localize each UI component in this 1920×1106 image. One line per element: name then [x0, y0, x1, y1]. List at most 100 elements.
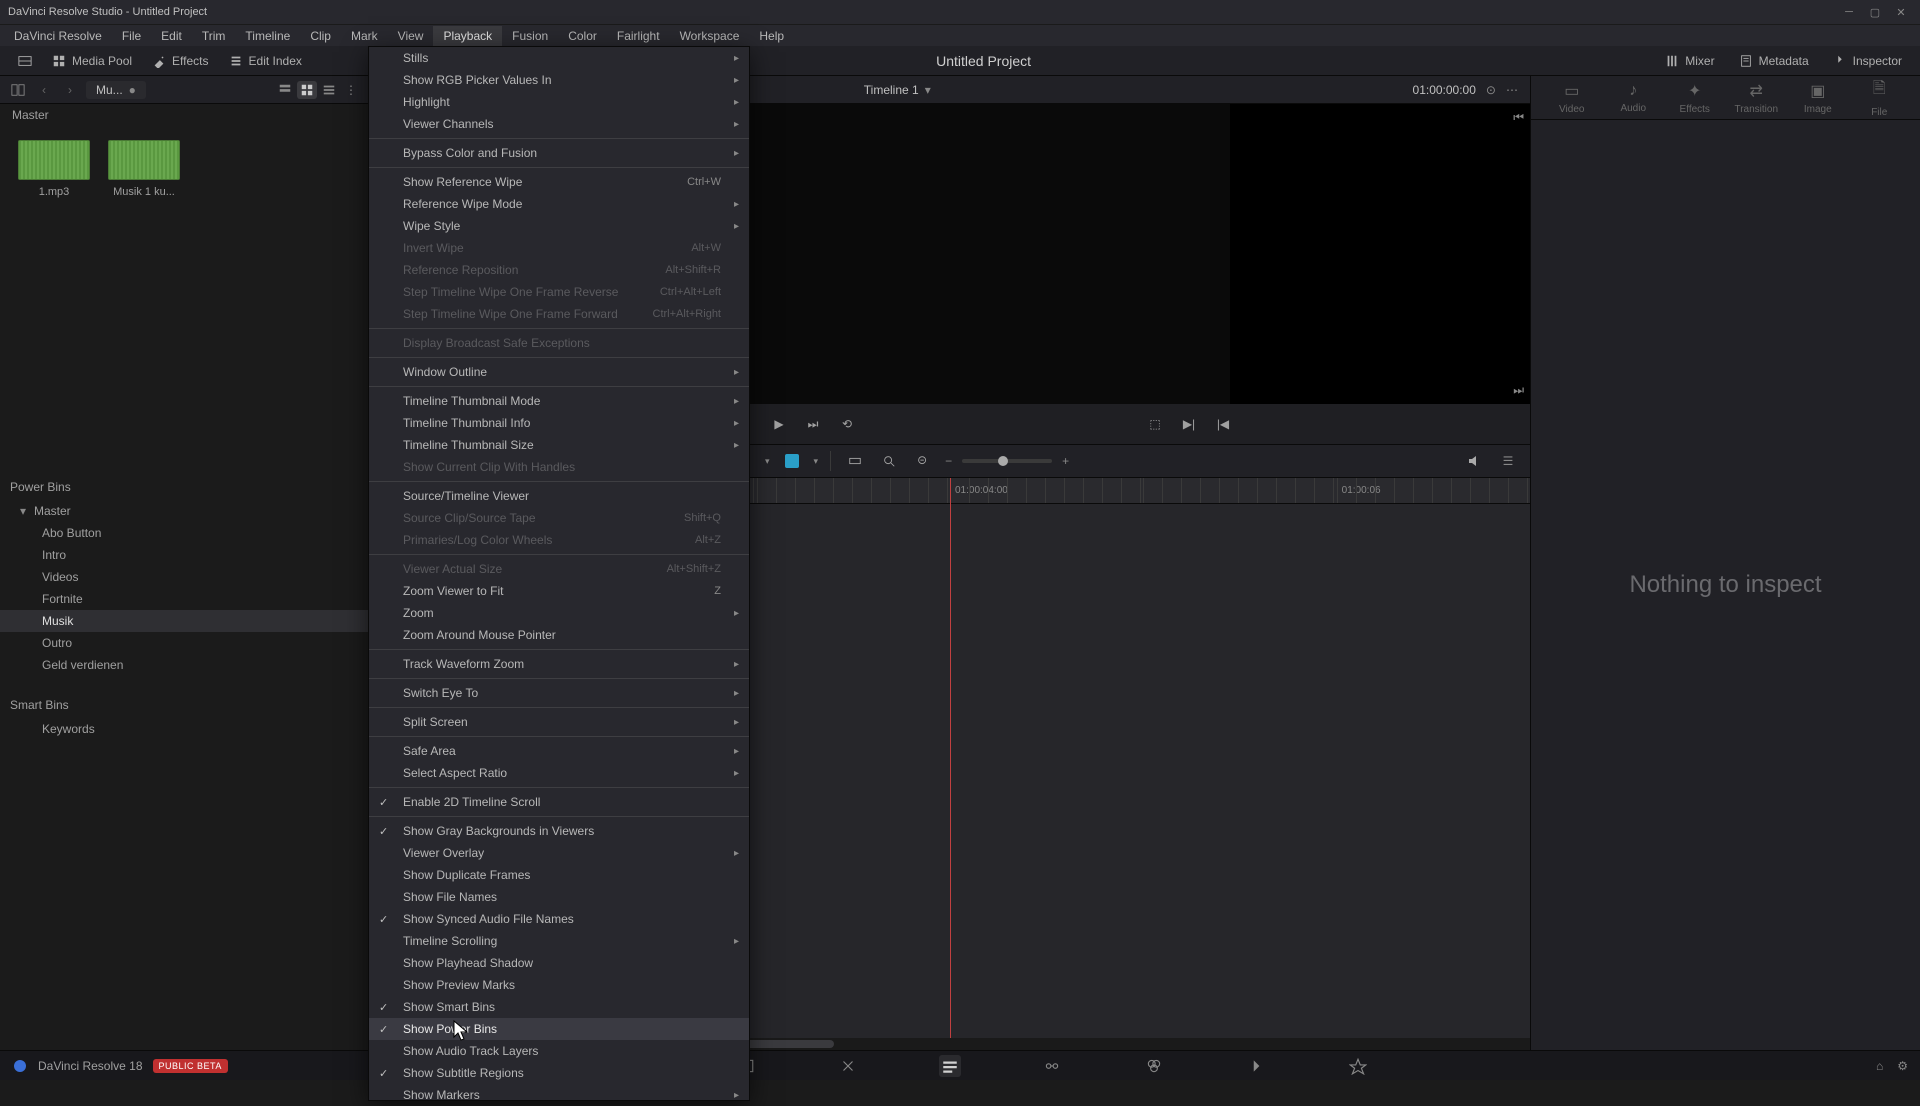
menu-item-show-power-bins[interactable]: ✓Show Power Bins: [369, 1018, 749, 1040]
go-first-icon[interactable]: ⏮: [1513, 110, 1524, 125]
menu-item-show-rgb-picker-values-in[interactable]: Show RGB Picker Values In▸: [369, 69, 749, 91]
page-cut[interactable]: [837, 1055, 859, 1077]
play-button[interactable]: ▶: [769, 414, 789, 434]
marker-button[interactable]: [780, 449, 804, 473]
bin-musik[interactable]: Musik: [0, 610, 369, 632]
menu-item-zoom-around-mouse-pointer[interactable]: Zoom Around Mouse Pointer: [369, 624, 749, 646]
menu-davinci-resolve[interactable]: DaVinci Resolve: [4, 26, 112, 46]
view-list-icon[interactable]: [319, 81, 339, 99]
menu-playback[interactable]: Playback: [433, 26, 502, 46]
menu-fairlight[interactable]: Fairlight: [607, 26, 670, 46]
home-icon[interactable]: ⌂: [1876, 1059, 1883, 1073]
inspector-button[interactable]: Inspector: [1823, 50, 1912, 72]
menu-mark[interactable]: Mark: [341, 26, 388, 46]
menu-item-show-smart-bins[interactable]: ✓Show Smart Bins: [369, 996, 749, 1018]
clip-thumb[interactable]: Musik 1 ku...: [108, 140, 180, 198]
minimize-button[interactable]: ─: [1838, 3, 1860, 21]
menu-item-show-synced-audio-file-names[interactable]: ✓Show Synced Audio File Names: [369, 908, 749, 930]
maximize-button[interactable]: ▢: [1864, 3, 1886, 21]
zoom-custom-button[interactable]: [911, 449, 935, 473]
ruler-tick[interactable]: [1143, 478, 1336, 503]
menu-item-reference-wipe-mode[interactable]: Reference Wipe Mode▸: [369, 193, 749, 215]
page-fairlight[interactable]: [1245, 1055, 1267, 1077]
menu-item-stills[interactable]: Stills▸: [369, 47, 749, 69]
last-frame-button[interactable]: ▶|: [1179, 414, 1199, 434]
match-frame-button[interactable]: ⬚: [1145, 414, 1165, 434]
view-metadata-icon[interactable]: [275, 81, 295, 99]
loop-button[interactable]: ⟲: [837, 414, 857, 434]
media-pool-button[interactable]: Media Pool: [42, 50, 142, 72]
power-bin-master[interactable]: ▾Master: [0, 500, 369, 522]
next-clip-button[interactable]: ⏭: [803, 414, 823, 434]
timeline-options-icon[interactable]: ☰: [1496, 449, 1520, 473]
ruler-tick[interactable]: 01:00:04:00: [950, 478, 1143, 503]
menu-item-bypass-color-and-fusion[interactable]: Bypass Color and Fusion▸: [369, 142, 749, 164]
bin-intro[interactable]: Intro: [0, 544, 369, 566]
media-tab[interactable]: Mu...●: [86, 81, 146, 99]
close-button[interactable]: ✕: [1890, 3, 1912, 21]
menu-file[interactable]: File: [112, 26, 151, 46]
inspector-tab-file[interactable]: 🗎File: [1850, 77, 1908, 118]
bin-videos[interactable]: Videos: [0, 566, 369, 588]
menu-item-show-playhead-shadow[interactable]: Show Playhead Shadow: [369, 952, 749, 974]
menu-item-wipe-style[interactable]: Wipe Style▸: [369, 215, 749, 237]
nav-fwd-icon[interactable]: ›: [60, 81, 80, 99]
edit-index-button[interactable]: Edit Index: [219, 50, 312, 72]
menu-item-source-timeline-viewer[interactable]: Source/Timeline Viewer: [369, 485, 749, 507]
menu-item-show-preview-marks[interactable]: Show Preview Marks: [369, 974, 749, 996]
menu-item-zoom-viewer-to-fit[interactable]: Zoom Viewer to FitZ: [369, 580, 749, 602]
menu-item-show-reference-wipe[interactable]: Show Reference WipeCtrl+W: [369, 171, 749, 193]
menu-item-timeline-thumbnail-mode[interactable]: Timeline Thumbnail Mode▸: [369, 390, 749, 412]
bin-abo-button[interactable]: Abo Button: [0, 522, 369, 544]
menu-item-show-gray-backgrounds-in-viewers[interactable]: ✓Show Gray Backgrounds in Viewers: [369, 820, 749, 842]
menu-item-split-screen[interactable]: Split Screen▸: [369, 711, 749, 733]
menu-item-show-subtitle-regions[interactable]: ✓Show Subtitle Regions: [369, 1062, 749, 1084]
page-color[interactable]: [1143, 1055, 1165, 1077]
bin-master[interactable]: Master: [0, 104, 369, 126]
view-thumb-icon[interactable]: [297, 81, 317, 99]
go-last-icon[interactable]: ⏭: [1513, 383, 1524, 398]
page-edit[interactable]: [939, 1055, 961, 1077]
menu-item-show-duplicate-frames[interactable]: Show Duplicate Frames: [369, 864, 749, 886]
page-fusion[interactable]: [1041, 1055, 1063, 1077]
menu-item-highlight[interactable]: Highlight▸: [369, 91, 749, 113]
zoom-full-button[interactable]: [843, 449, 867, 473]
timecode[interactable]: 01:00:00:00: [1413, 83, 1476, 97]
menu-fusion[interactable]: Fusion: [502, 26, 558, 46]
menu-item-zoom[interactable]: Zoom▸: [369, 602, 749, 624]
bin-fortnite[interactable]: Fortnite: [0, 588, 369, 610]
viewer-more-icon[interactable]: ⋯: [1506, 83, 1518, 97]
menu-item-track-waveform-zoom[interactable]: Track Waveform Zoom▸: [369, 653, 749, 675]
menu-item-timeline-thumbnail-size[interactable]: Timeline Thumbnail Size▸: [369, 434, 749, 456]
ruler-tick[interactable]: 01:00:06: [1337, 478, 1530, 503]
menu-item-timeline-scrolling[interactable]: Timeline Scrolling▸: [369, 930, 749, 952]
mixer-button[interactable]: Mixer: [1655, 50, 1724, 72]
layout-button[interactable]: [8, 50, 42, 72]
panel-layout-icon[interactable]: [8, 81, 28, 99]
inspector-tab-video[interactable]: ▭Video: [1543, 81, 1601, 115]
ruler-tick[interactable]: [757, 478, 950, 503]
menu-item-enable-2d-timeline-scroll[interactable]: ✓Enable 2D Timeline Scroll: [369, 791, 749, 813]
menu-item-window-outline[interactable]: Window Outline▸: [369, 361, 749, 383]
first-frame-button[interactable]: |◀: [1213, 414, 1233, 434]
menu-view[interactable]: View: [388, 26, 434, 46]
inspector-tab-transition[interactable]: ⇄Transition: [1727, 81, 1785, 115]
menu-clip[interactable]: Clip: [300, 26, 341, 46]
clip-thumb[interactable]: 1.mp3: [18, 140, 90, 198]
timeline-name[interactable]: Timeline 1 ▾: [864, 83, 931, 97]
menu-color[interactable]: Color: [558, 26, 607, 46]
menu-item-select-aspect-ratio[interactable]: Select Aspect Ratio▸: [369, 762, 749, 784]
zoom-detail-button[interactable]: [877, 449, 901, 473]
menu-item-show-audio-track-layers[interactable]: Show Audio Track Layers: [369, 1040, 749, 1062]
bin-outro[interactable]: Outro: [0, 632, 369, 654]
metadata-button[interactable]: Metadata: [1729, 50, 1819, 72]
settings-icon[interactable]: ⚙: [1897, 1059, 1908, 1073]
menu-item-viewer-overlay[interactable]: Viewer Overlay▸: [369, 842, 749, 864]
search-icon[interactable]: ⋮: [341, 81, 361, 99]
menu-item-viewer-channels[interactable]: Viewer Channels▸: [369, 113, 749, 135]
smart-bin-keywords[interactable]: Keywords: [0, 718, 369, 740]
nav-back-icon[interactable]: ‹: [34, 81, 54, 99]
menu-trim[interactable]: Trim: [192, 26, 236, 46]
menu-item-switch-eye-to[interactable]: Switch Eye To▸: [369, 682, 749, 704]
inspector-tab-effects[interactable]: ✦Effects: [1666, 81, 1724, 115]
